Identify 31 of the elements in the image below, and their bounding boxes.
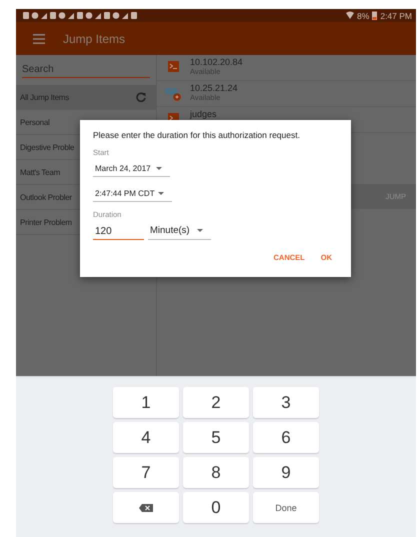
key[interactable]: 5 — [183, 422, 249, 453]
done-key[interactable]: Done — [253, 492, 319, 523]
terminal-icon — [168, 61, 179, 72]
menu-icon[interactable] — [33, 34, 45, 44]
search-field[interactable]: Search — [22, 62, 150, 78]
key[interactable]: 3 — [253, 387, 319, 418]
monitor-icon — [165, 87, 182, 101]
key[interactable]: 8 — [183, 457, 249, 488]
wifi-icon — [346, 11, 354, 20]
key[interactable]: 7 — [113, 457, 179, 488]
dropdown-arrow-icon — [158, 192, 164, 195]
dropdown-arrow-icon — [156, 167, 162, 170]
key[interactable]: 2 — [183, 387, 249, 418]
backspace-icon — [139, 504, 153, 512]
date-dropdown[interactable]: March 24, 2017 — [93, 161, 170, 177]
key[interactable]: 9 — [253, 457, 319, 488]
battery-percentage: 8% — [357, 10, 370, 20]
time-dropdown[interactable]: 2:47:44 PM CDT — [93, 186, 172, 202]
clock-time: 2:47 PM — [380, 10, 412, 20]
key[interactable]: 6 — [253, 422, 319, 453]
dialog-message: Please enter the duration for this authorization request. — [93, 130, 301, 140]
dropdown-arrow-icon — [197, 229, 203, 232]
duration-field[interactable]: 120 — [93, 224, 144, 240]
key[interactable]: 0 — [183, 492, 249, 523]
key[interactable]: 1 — [113, 387, 179, 418]
backspace-key[interactable] — [113, 492, 179, 523]
app-title: Jump Items — [63, 32, 126, 46]
refresh-icon[interactable] — [136, 92, 146, 102]
key[interactable]: 4 — [113, 422, 179, 453]
battery-icon — [372, 11, 378, 20]
unit-dropdown[interactable]: Minute(s) — [148, 222, 211, 240]
